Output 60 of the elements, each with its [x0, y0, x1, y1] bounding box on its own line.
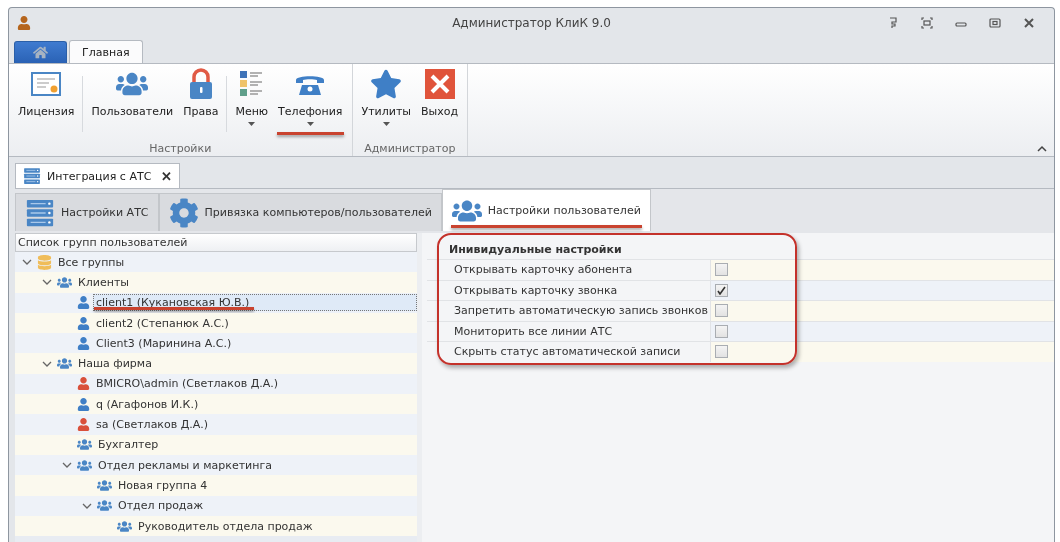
ribbon-button[interactable]: Меню [230, 66, 274, 138]
users-icon [77, 437, 92, 453]
tree-item[interactable]: Клиенты [75, 273, 133, 291]
checkbox[interactable] [715, 304, 728, 318]
gear-icon [168, 197, 199, 228]
fullscreen-icon [921, 17, 933, 29]
close-icon [423, 68, 456, 100]
collapse-icon[interactable] [1037, 145, 1047, 152]
server-icon [23, 167, 41, 185]
tab[interactable]: Привязка компьютеров/пользователей [158, 193, 442, 231]
window-title: Администратор КлиК 9.0 [452, 16, 611, 30]
tab[interactable]: Настройки АТС [15, 193, 159, 231]
tree-header: Список групп пользователей [15, 233, 417, 252]
user-icon [77, 377, 90, 391]
caret-icon [248, 122, 256, 126]
users-icon [57, 356, 72, 372]
ribbon-button[interactable]: Выход [416, 66, 464, 138]
user-icon [77, 336, 90, 350]
checkbox[interactable] [715, 263, 728, 277]
ribbon-button[interactable]: Права [178, 66, 224, 138]
tree-item[interactable]: Все группы [55, 253, 128, 271]
user-icon [77, 296, 90, 310]
checkbox[interactable] [715, 345, 728, 359]
caret-icon [382, 122, 390, 126]
maximize-icon [989, 17, 1001, 29]
server-icon [25, 197, 55, 228]
app-user-icon [17, 16, 31, 30]
ribbon-button[interactable]: Лицензия [13, 66, 80, 138]
tree-item[interactable]: Наша фирма [75, 355, 155, 373]
pin-icon [887, 17, 899, 29]
checkbox[interactable] [715, 324, 728, 338]
ribbon-button[interactable]: Телефония [273, 66, 348, 138]
close-button[interactable]: ✕ [157, 168, 173, 184]
tree-item[interactable]: client1 (Кукановская Ю.В.) [93, 294, 417, 312]
document-tab[interactable]: Интеграция с АТС ✕ [15, 163, 181, 188]
caret-icon [306, 122, 314, 126]
users-icon [97, 498, 112, 514]
database-icon [37, 254, 52, 270]
group-label: Настройки [148, 142, 213, 156]
ribbon-button[interactable]: Пользователи [86, 66, 179, 138]
user-icon [77, 418, 90, 431]
ribbon-button[interactable]: Утилиты [356, 66, 417, 138]
ribbon-tab[interactable]: Главная [69, 40, 143, 64]
user-icon [77, 397, 90, 411]
group-label: Администратор [363, 142, 457, 156]
home-icon [33, 45, 48, 60]
users-icon [57, 274, 72, 290]
annotation-underline [277, 132, 344, 135]
user-icon [77, 316, 90, 330]
star-icon [370, 68, 403, 100]
users-icon [97, 477, 112, 493]
checkbox[interactable] [715, 283, 728, 297]
tree-item[interactable]: Отдел продаж [115, 497, 207, 515]
close-icon [1023, 17, 1035, 29]
home-tab[interactable] [14, 41, 67, 63]
users-icon [77, 457, 92, 473]
tree-item[interactable]: Бухгалтер [95, 436, 162, 454]
tab-label: Интеграция с АТС [47, 169, 152, 183]
tab[interactable]: Настройки пользователей [441, 189, 651, 231]
users-icon [117, 518, 132, 534]
